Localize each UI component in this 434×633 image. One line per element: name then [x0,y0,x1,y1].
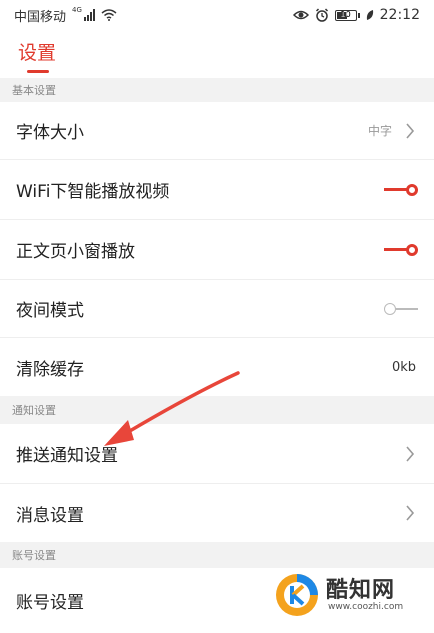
wifi-autoplay-toggle[interactable] [384,183,418,197]
status-bar: 中国移动 4G 10 22:12 [0,0,434,30]
signal-icon [83,9,95,21]
section-header-account: 账号设置 [0,542,434,568]
section-header-notify: 通知设置 [0,396,434,424]
battery-icon: 10 [334,9,360,21]
message-settings-row[interactable]: 消息设置 [0,484,434,542]
font-size-row[interactable]: 字体大小 中字 [0,102,434,160]
message-settings-label: 消息设置 [16,505,84,526]
status-time: 22:12 [379,7,420,23]
pip-row: 正文页小窗播放 [0,220,434,280]
chevron-right-icon [402,502,418,524]
status-left: 中国移动 4G [14,6,117,25]
font-size-value: 中字 [367,124,392,138]
eye-icon [292,10,309,20]
night-mode-label: 夜间模式 [16,301,84,321]
status-right: 10 22:12 [292,7,420,23]
font-size-label: 字体大小 [16,123,84,143]
section-header-basic: 基本设置 [0,78,434,102]
watermark-name: 酷知网 [326,578,396,603]
pip-toggle[interactable] [384,243,418,257]
pip-label: 正文页小窗播放 [16,242,135,262]
push-settings-label: 推送通知设置 [16,446,118,466]
watermark-url: www.coozhi.com [328,602,404,612]
night-mode-toggle[interactable] [384,302,418,316]
watermark: 酷知网 www.coozhi.com [270,568,430,628]
chevron-right-icon [402,120,418,142]
page-title: 设置 [18,42,57,64]
wifi-autoplay-label: WiFi下智能播放视频 [16,182,170,202]
charging-leaf-icon [366,10,373,20]
cache-size-value: 0kb [391,359,416,375]
settings-header: 设置 [0,30,434,78]
clear-cache-row[interactable]: 清除缓存 0kb [0,338,434,396]
clear-cache-label: 清除缓存 [16,359,84,380]
chevron-right-icon [402,443,418,465]
wifi-autoplay-row: WiFi下智能播放视频 [0,160,434,220]
title-underline [27,70,49,73]
coozhi-logo-icon [276,574,318,616]
wifi-icon [101,9,117,21]
battery-level: 10 [340,10,351,19]
network-type-label: 4G [72,5,82,14]
carrier-name: 中国移动 [14,9,67,25]
alarm-icon [315,8,328,22]
night-mode-row: 夜间模式 [0,280,434,338]
push-settings-row[interactable]: 推送通知设置 [0,424,434,484]
